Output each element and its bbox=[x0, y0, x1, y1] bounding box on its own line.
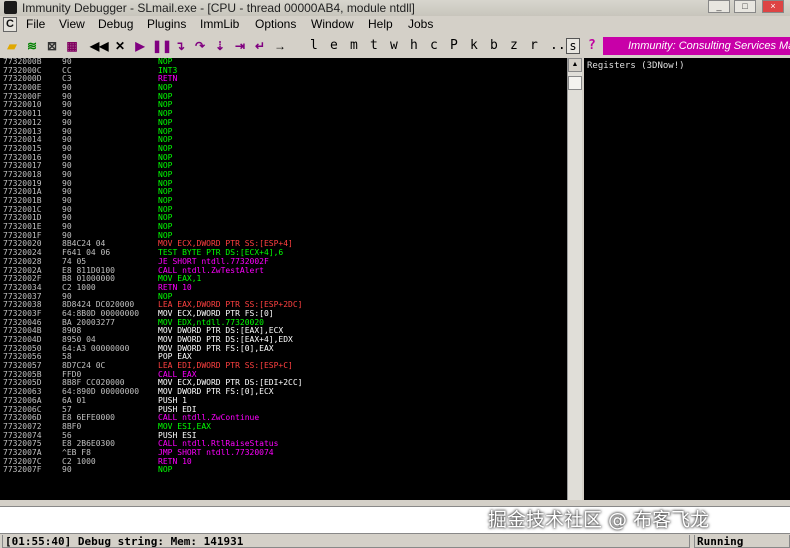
disassembly-rows: 7732000B 90 NOP 7732000C CC INT3 7732000D C3 RET… bbox=[0, 58, 567, 475]
disassembly-row[interactable]: 7732001B 90 NOP bbox=[0, 196, 567, 206]
disassembly-row[interactable]: 77320010 90 NOP bbox=[0, 101, 567, 110]
patches-button[interactable]: P bbox=[450, 38, 458, 54]
disassembly-row[interactable]: 7732001E 90 NOP bbox=[0, 222, 567, 232]
menu-bar: C File View Debug Plugins ImmLib Options… bbox=[0, 16, 790, 34]
menu-view[interactable]: View bbox=[59, 17, 85, 32]
title-bar: Immunity Debugger - SLmail.exe - [CPU - … bbox=[0, 0, 790, 16]
menu-window[interactable]: Window bbox=[311, 17, 354, 32]
restart-icon[interactable]: ≋ bbox=[24, 38, 40, 54]
disassembly-row[interactable]: 7732000D C3 RETN bbox=[0, 75, 567, 84]
trace-into-icon[interactable]: ⇣ bbox=[212, 38, 228, 54]
close-program-icon[interactable]: ⊠ bbox=[44, 38, 60, 54]
app-icon bbox=[4, 1, 17, 14]
disassembly-row[interactable]: 77320017 90 NOP bbox=[0, 162, 567, 171]
hardware-breakpoints-button[interactable]: z bbox=[510, 38, 518, 54]
run-trace-button[interactable]: r bbox=[530, 38, 538, 54]
cpu-window-icon[interactable]: C bbox=[3, 17, 17, 32]
disassembly-row[interactable]: 77320012 90 NOP bbox=[0, 118, 567, 128]
menu-plugins[interactable]: Plugins bbox=[147, 17, 186, 32]
disassembly-row[interactable]: 77320019 90 NOP bbox=[0, 179, 567, 189]
disassembly-row[interactable]: 77320011 90 NOP bbox=[0, 109, 567, 119]
executable-modules-button[interactable]: e bbox=[330, 38, 338, 54]
debugger-state: Running bbox=[694, 535, 790, 548]
registers-header: Registers (3DNow!) bbox=[587, 61, 685, 71]
run-icon[interactable]: ▶ bbox=[132, 38, 148, 54]
instruction-address: 7732007F bbox=[3, 465, 42, 475]
disassembly-row[interactable]: 77320016 90 NOP bbox=[0, 153, 567, 163]
close-button[interactable]: × bbox=[762, 0, 784, 13]
disassembly-row[interactable]: 77320057 8D7C24 0C LEA EDI,DWORD PTR SS:[E… bbox=[0, 361, 567, 371]
rewind-icon[interactable]: ◀◀ bbox=[90, 38, 108, 54]
disassembly-row[interactable]: 7732000C CC INT3 bbox=[0, 66, 567, 76]
disassembly-row[interactable]: 77320034 C2 1000 RETN 10 bbox=[0, 283, 567, 293]
disassembly-row[interactable]: 77320015 90 NOP bbox=[0, 144, 567, 154]
disassembly-row[interactable]: 77320072 8BF0 MOV ESI,EAX bbox=[0, 422, 567, 432]
maximize-button[interactable]: □ bbox=[734, 0, 756, 13]
cpu-button[interactable]: c bbox=[430, 38, 438, 54]
stop-icon[interactable]: ✕ bbox=[112, 38, 128, 54]
menu-file[interactable]: File bbox=[26, 17, 45, 32]
log-window-button[interactable]: l bbox=[310, 38, 318, 54]
go-to-icon[interactable]: → bbox=[272, 38, 288, 54]
menu-help[interactable]: Help bbox=[368, 17, 393, 32]
disassembly-row[interactable]: 77320013 90 NOP bbox=[0, 127, 567, 137]
instruction-mnemonic: NOP bbox=[158, 465, 173, 475]
disassembly-row[interactable]: 7732006A 6A 01 PUSH 1 bbox=[0, 396, 567, 406]
breakpoints-button[interactable]: b bbox=[490, 38, 498, 54]
menu-debug[interactable]: Debug bbox=[98, 17, 133, 32]
help-button[interactable]: ? bbox=[588, 38, 596, 54]
scroll-up-icon[interactable]: ▲ bbox=[568, 58, 582, 72]
menu-options[interactable]: Options bbox=[255, 17, 296, 32]
status-message: [01:55:40] Debug string: Mem: 141931 bbox=[2, 535, 690, 548]
disassembly-row[interactable]: 7732001C 90 NOP bbox=[0, 205, 567, 215]
menu-immlib[interactable]: ImmLib bbox=[200, 17, 239, 32]
source-button[interactable]: s bbox=[566, 38, 580, 54]
command-input[interactable] bbox=[2, 510, 472, 530]
windows-button[interactable]: w bbox=[390, 38, 398, 54]
disassembly-scrollbar[interactable]: ▲ bbox=[567, 58, 582, 500]
execute-till-return-icon[interactable]: ↵ bbox=[252, 38, 268, 54]
call-stack-button[interactable]: k bbox=[470, 38, 478, 54]
open-icon[interactable]: ▰ bbox=[4, 38, 20, 54]
disassembly-row[interactable]: 77320014 90 NOP bbox=[0, 135, 567, 145]
step-into-icon[interactable]: ↴ bbox=[172, 38, 188, 54]
disassembly-row[interactable]: 7732007C C2 1000 RETN 10 bbox=[0, 457, 567, 467]
window-title: Immunity Debugger - SLmail.exe - [CPU - … bbox=[22, 1, 415, 15]
disassembly-row[interactable]: 7732000F 90 NOP bbox=[0, 92, 567, 102]
disassembly-row[interactable]: 7732000B 90 NOP bbox=[0, 58, 567, 67]
registers-pane[interactable]: Registers (3DNow!) bbox=[584, 58, 790, 500]
disassembly-row[interactable]: 7732001A 90 NOP bbox=[0, 188, 567, 197]
trace-over-icon[interactable]: ⇥ bbox=[232, 38, 248, 54]
disassembly-row[interactable]: 7732007F 90 NOP bbox=[0, 466, 567, 475]
disassembly-row[interactable]: 7732006D E8 6EFE0000 CALL ntdll.ZwContinue bbox=[0, 413, 567, 423]
disassembly-row[interactable]: 7732001D 90 NOP bbox=[0, 214, 567, 223]
scroll-thumb[interactable] bbox=[568, 76, 582, 90]
threads-button[interactable]: t bbox=[370, 38, 378, 54]
disassembly-row[interactable]: 77320018 90 NOP bbox=[0, 170, 567, 180]
toolbar-icon-4[interactable]: ▦ bbox=[64, 38, 80, 54]
disassembly-pane[interactable]: 7732000B 90 NOP 7732000C CC INT3 7732000D C3 RET… bbox=[0, 58, 567, 500]
step-over-icon[interactable]: ↷ bbox=[192, 38, 208, 54]
memory-map-button[interactable]: m bbox=[350, 38, 358, 54]
instruction-bytes: 64:A3 00000000 bbox=[62, 343, 130, 353]
minimize-button[interactable]: _ bbox=[708, 0, 730, 13]
instruction-bytes: 90 bbox=[62, 465, 72, 475]
menu-jobs[interactable]: Jobs bbox=[408, 17, 433, 32]
status-bar: [01:55:40] Debug string: Mem: 141931 Run… bbox=[0, 535, 790, 548]
disassembly-row[interactable]: 7732000E 90 NOP bbox=[0, 83, 567, 93]
watermark-text: 掘金技术社区 @ 布客飞龙 bbox=[488, 509, 710, 531]
handles-button[interactable]: h bbox=[410, 38, 418, 54]
immunity-banner[interactable]: Immunity: Consulting Services Manager bbox=[603, 37, 790, 55]
disassembly-row[interactable]: 77320046 BA 20003277 MOV EDX,ntdll.7732002… bbox=[0, 318, 567, 328]
pause-icon[interactable]: ❚❚ bbox=[152, 38, 172, 54]
disassembly-row[interactable]: 77320050 64:A3 00000000 MOV DWORD PTR FS:[… bbox=[0, 343, 567, 354]
